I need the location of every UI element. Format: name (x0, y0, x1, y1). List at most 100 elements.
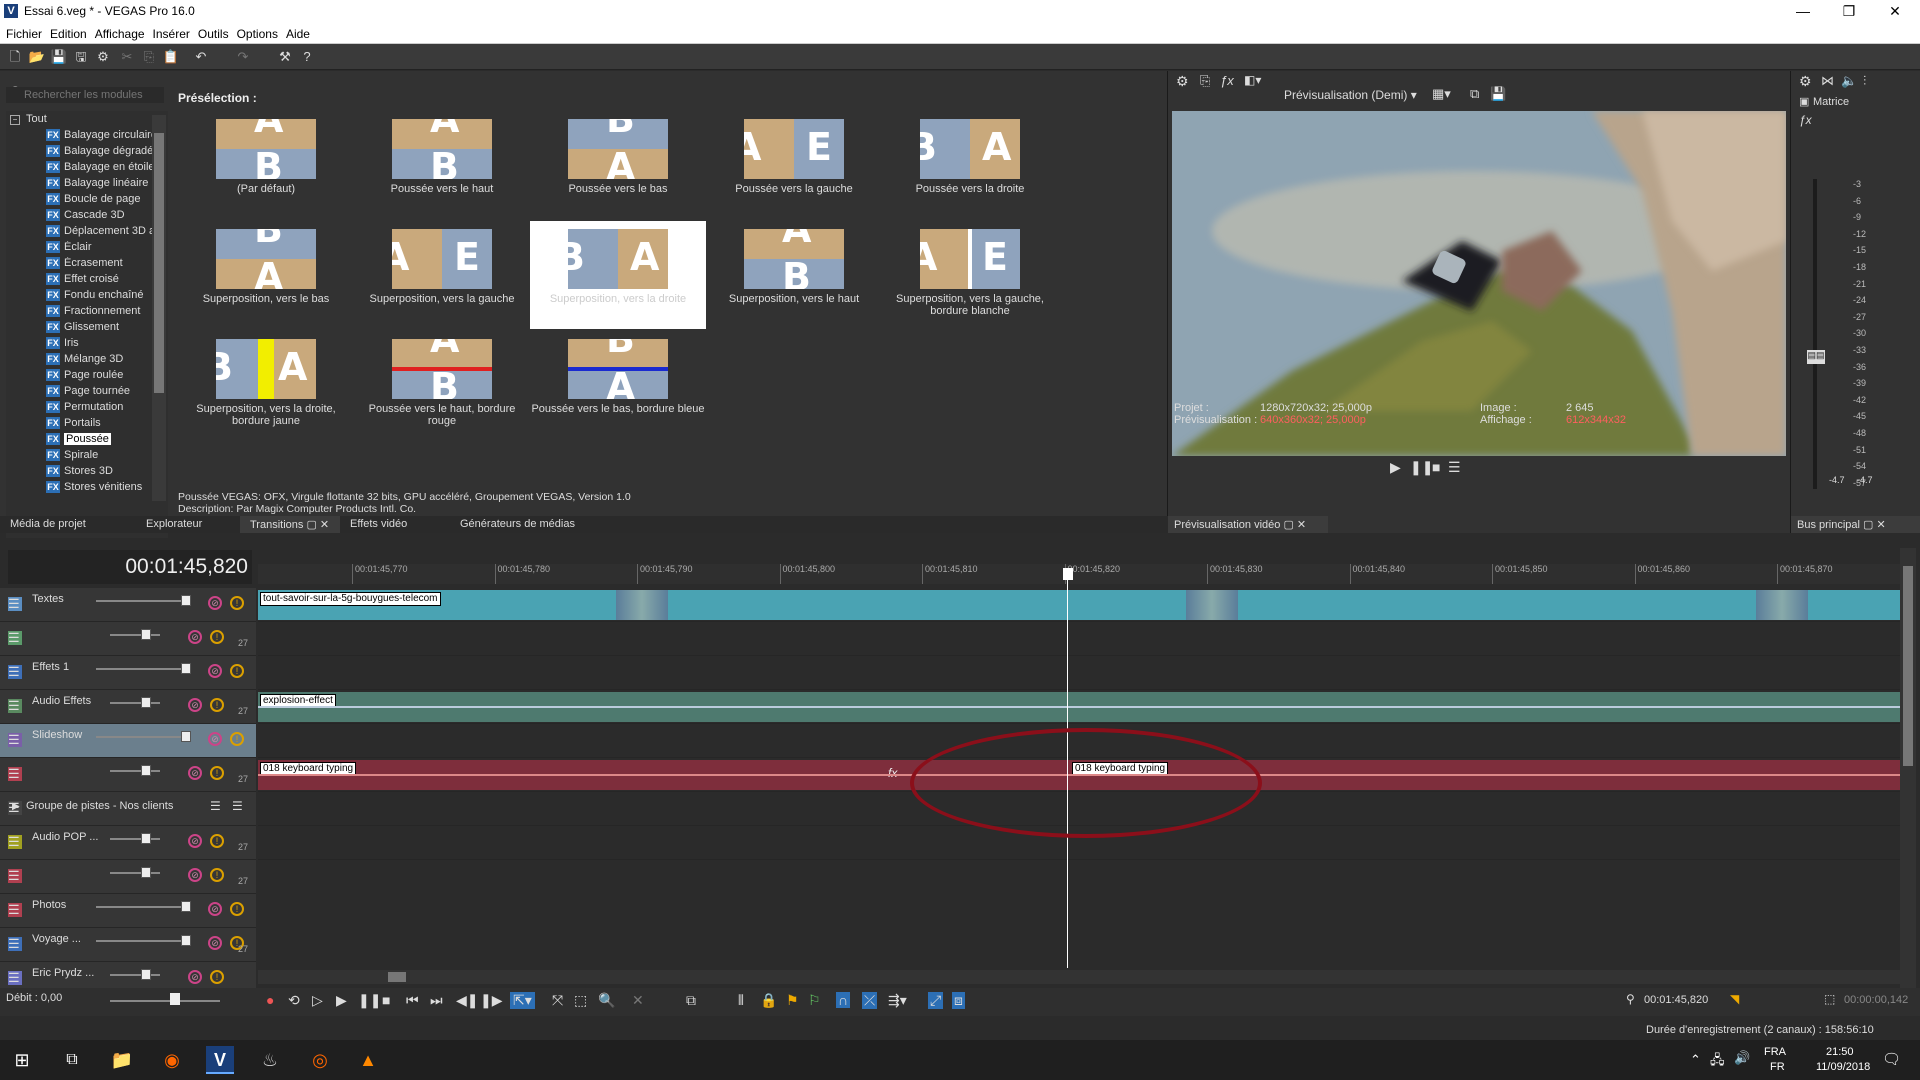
tree-item[interactable]: FX Iris (46, 337, 194, 353)
ripple-edit-icon[interactable]: ⇶▾ (888, 992, 907, 1009)
preset-item[interactable]: B A Poussée vers le bas, bordure bleue (530, 331, 706, 439)
stop-icon[interactable]: ■ (1432, 459, 1440, 475)
prev-frame-icon[interactable]: ◀❚ (456, 992, 479, 1009)
track-volume-slider[interactable] (96, 668, 186, 670)
track-volume-knob[interactable] (141, 629, 151, 640)
lock-envelopes-icon[interactable]: ⤢ (928, 992, 944, 1009)
tree-expand-icon[interactable]: − (10, 115, 20, 125)
solo-icon[interactable]: ! (230, 732, 244, 746)
region-icon[interactable]: ⚐ (808, 992, 821, 1009)
menu-inserer[interactable]: Insérer (153, 24, 198, 43)
paste-icon[interactable]: 📋 (162, 48, 180, 66)
group-menu-icon[interactable]: ☰ (232, 799, 243, 813)
cut-icon[interactable]: ✂ (118, 48, 136, 66)
preset-item[interactable]: B A Superposition, vers le bas (178, 221, 354, 329)
track-volume-slider[interactable] (110, 702, 160, 704)
tree-item[interactable]: FX Boucle de page (46, 193, 194, 209)
track-menu-icon[interactable]: ☰ (8, 665, 22, 679)
mute-icon[interactable]: ⊘ (208, 936, 222, 950)
preset-item[interactable]: B A Superposition, vers la droite, bordure… (178, 331, 354, 439)
copy-frame-icon[interactable]: ⎘ (1200, 73, 1210, 89)
vlc-icon[interactable]: ▲ (354, 1046, 382, 1074)
track-header[interactable]: ☰ Textes ⊘! (0, 588, 256, 622)
stop-icon[interactable]: ■ (382, 992, 390, 1008)
steam-icon[interactable]: ♨ (256, 1046, 284, 1074)
redo-icon[interactable]: ↷ (234, 48, 252, 66)
solo-icon[interactable]: ! (210, 868, 224, 882)
track-header[interactable]: ☰ ⊘! 27 (0, 622, 256, 656)
downmix-icon[interactable]: ⋈ (1821, 73, 1834, 89)
file-explorer-icon[interactable]: 📁 (108, 1046, 136, 1074)
track-volume-knob[interactable] (141, 867, 151, 878)
tree-item[interactable]: FX Balayage circulaire (46, 129, 194, 145)
record-icon[interactable]: ● (266, 992, 274, 1008)
mixer-settings-icon[interactable]: ⚙ (1799, 73, 1812, 90)
track-menu-icon[interactable]: ☰ (8, 733, 22, 747)
tree-item[interactable]: FX Cascade 3D (46, 209, 194, 225)
group-expand-icon[interactable]: ▶ (12, 801, 20, 812)
firefox-icon[interactable]: ◉ (158, 1046, 186, 1074)
tab-bus-principal[interactable]: Bus principal ▢ ✕ (1791, 516, 1920, 533)
track-volume-slider[interactable] (110, 634, 160, 636)
save-as-icon[interactable]: 🖫 (72, 48, 90, 66)
track-menu-icon[interactable]: ☰ (8, 767, 22, 781)
track-menu-icon[interactable]: ☰ (8, 869, 22, 883)
solo-icon[interactable]: ! (210, 766, 224, 780)
undock-icon[interactable]: ▢ (306, 519, 316, 531)
mute-icon[interactable]: ⊘ (188, 630, 202, 644)
track-volume-slider[interactable] (96, 906, 186, 908)
close-tab-icon[interactable]: ✕ (320, 519, 329, 531)
tree-item[interactable]: FX Stores vénitiens (46, 481, 194, 497)
solo-icon[interactable]: ! (210, 970, 224, 984)
track-menu-icon[interactable]: ☰ (8, 937, 22, 951)
help-icon[interactable]: ? (298, 48, 316, 66)
search-input[interactable] (6, 87, 164, 103)
tab-explorateur[interactable]: Explorateur (136, 516, 240, 533)
mute-icon[interactable]: ⊘ (208, 732, 222, 746)
track-header[interactable]: ☰ ⊘! 27 (0, 860, 256, 894)
tree-item[interactable]: FX Balayage dégradé (46, 145, 194, 161)
selection-length[interactable]: 00:00:00,142 (1844, 994, 1908, 1006)
mute-icon[interactable]: ⊘ (188, 970, 202, 984)
preview-settings-icon[interactable]: ⚙ (1176, 73, 1189, 90)
solo-icon[interactable]: ! (230, 664, 244, 678)
split-icon[interactable]: ⧉ (686, 992, 696, 1009)
menu-edition[interactable]: Edition (50, 24, 95, 43)
preset-item[interactable]: B A Poussée vers la droite (882, 111, 1058, 219)
close-tab-icon[interactable]: ✕ (1297, 519, 1306, 531)
track-menu-icon[interactable]: ☰ (8, 597, 22, 611)
marker-icon[interactable]: ⚑ (786, 992, 799, 1009)
minimize-button[interactable]: — (1780, 0, 1826, 24)
track-menu-icon[interactable]: ☰ (8, 903, 22, 917)
fader-knob[interactable]: ▤▤ (1807, 350, 1825, 364)
clock-date[interactable]: 11/09/2018 (1816, 1061, 1870, 1073)
tree-item[interactable]: FX Fondu enchaîné (46, 289, 194, 305)
lang-2[interactable]: FR (1770, 1061, 1785, 1073)
tree-item[interactable]: FX Balayage linéaire (46, 177, 194, 193)
selection-tool-icon[interactable]: ⬚ (574, 992, 587, 1009)
tab-transitions[interactable]: Transitions ▢ ✕ (240, 516, 340, 533)
track-volume-knob[interactable] (141, 765, 151, 776)
mute-icon[interactable]: ⊘ (188, 868, 202, 882)
audio-clip[interactable]: explosion-effect (258, 692, 1900, 722)
cursor-position[interactable]: 00:01:45,820 (1644, 994, 1708, 1006)
track-header[interactable]: ☰ Photos ⊘! (0, 894, 256, 928)
track-header[interactable]: ☰ Groupe de pistes - Nos clients ▶ ☰ ☰ (0, 792, 256, 826)
mute-icon[interactable]: ⊘ (188, 766, 202, 780)
snap-icon[interactable]: ∩ (836, 992, 851, 1008)
bus-fx-icon[interactable]: ƒx (1799, 113, 1812, 127)
volume-icon[interactable]: 🔊 (1734, 1050, 1750, 1066)
scrollbar-thumb[interactable] (154, 133, 164, 393)
windows-start-icon[interactable]: ⊞ (8, 1046, 36, 1074)
preset-item[interactable]: A B Poussée vers le haut, bordure rouge (354, 331, 530, 439)
tree-item[interactable]: FX Poussée (46, 433, 194, 449)
ignore-grouping-icon[interactable]: ⧈ (952, 992, 965, 1009)
timecode-display[interactable]: 00:01:45,820 (8, 550, 252, 584)
normal-edit-tool-icon[interactable]: ⇱▾ (510, 992, 535, 1009)
tree-item[interactable]: FX Balayage en étoile (46, 161, 194, 177)
solo-icon[interactable]: ! (230, 902, 244, 916)
track-volume-slider[interactable] (96, 940, 186, 942)
go-to-end-icon[interactable]: ⏭ (430, 992, 443, 1009)
horizontal-scrollbar[interactable] (258, 970, 1900, 984)
notifications-icon[interactable]: 🗨 (1882, 1050, 1901, 1068)
